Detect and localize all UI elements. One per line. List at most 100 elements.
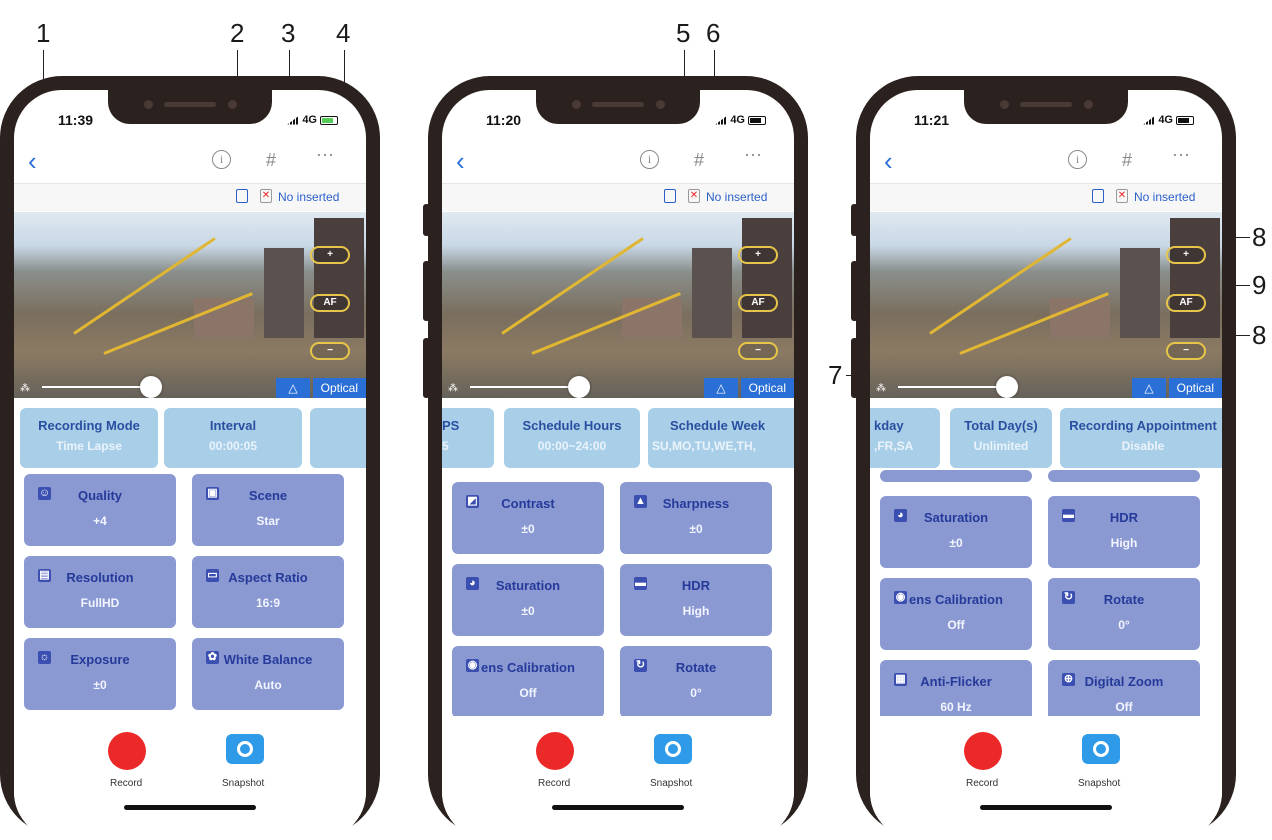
setting-card-saturation[interactable]: ◕ Saturation ±0 [452,564,604,636]
tele-icon[interactable]: △ [704,378,738,398]
network-label: 4G [730,114,745,126]
sd-status-label: No inserted [1134,190,1196,204]
battery-icon [320,115,338,125]
setting-card-exposure[interactable]: ☼ Exposure ±0 [24,638,176,710]
battery-icon [748,115,766,125]
back-icon[interactable]: ‹ [456,146,465,177]
status-time: 11:39 [58,112,94,128]
zoom-in-button[interactable]: + [738,246,778,264]
status-time: 11:20 [486,112,522,128]
zoom-in-button[interactable]: + [310,246,350,264]
record-label: Record [538,778,571,789]
camera-icon [665,741,681,757]
grid-icon[interactable]: # [694,150,704,171]
setting-card-contrast[interactable]: ◩ Contrast ±0 [452,482,604,554]
setting-card-aspect-ratio[interactable]: ▭ Aspect Ratio 16:9 [192,556,344,628]
tab-schedule-hours[interactable]: Schedule Hours 00:00~24:00 [504,408,640,468]
record-label: Record [110,778,143,789]
nav-bar: ‹ i # ··· [870,142,1222,182]
no-sd-icon: ✕ [688,189,700,203]
status-bar: 4G [287,114,338,126]
tab-partial[interactable]: F [310,408,366,468]
snapshot-button[interactable] [226,734,264,764]
info-icon[interactable]: i [640,150,659,169]
more-icon[interactable]: ··· [1172,144,1190,165]
setting-card-rotate[interactable]: ↻ Rotate 0° [620,646,772,718]
grid-icon[interactable]: # [1122,150,1132,171]
zoom-wide-icon: ⁂ [876,383,886,394]
sd-card-icon [1092,189,1104,203]
sd-status-row: ✕ No inserted [870,183,1222,211]
zoom-slider-knob[interactable] [996,376,1018,398]
setting-card-lens-calibration[interactable]: ◉ ens Calibration Off [452,646,604,718]
zoom-slider-knob[interactable] [140,376,162,398]
zoom-wide-icon: ⁂ [20,383,30,394]
setting-card-quality[interactable]: ☺ Quality +4 [24,474,176,546]
af-button[interactable]: AF [1166,294,1206,312]
snapshot-button[interactable] [654,734,692,764]
settings-tabs: kday ,FR,SA Total Day(s) Unlimited Recordi… [870,404,1222,468]
info-icon[interactable]: i [212,150,231,169]
tab-partial-weekday[interactable]: kday ,FR,SA [870,408,940,468]
callout-3: 3 [281,18,296,48]
sd-card-icon [236,189,248,203]
zoom-in-button[interactable]: + [1166,246,1206,264]
camera-icon [1093,741,1109,757]
setting-card-partial[interactable] [1048,470,1200,482]
live-view: + AF − ⁂ △ Optical [14,212,366,398]
tele-icon[interactable]: △ [1132,378,1166,398]
notch [536,90,700,124]
setting-card-saturation[interactable]: ◕ Saturation ±0 [880,496,1032,568]
setting-card-hdr[interactable]: ▬ HDR High [620,564,772,636]
more-icon[interactable]: ··· [316,144,334,165]
screen: 11:21 4G ‹ i # ··· ✕ No inserted + AF − … [870,90,1222,840]
setting-card-partial[interactable] [880,470,1032,482]
setting-card-resolution[interactable]: ▤ Resolution FullHD [24,556,176,628]
tab-recording-mode[interactable]: Recording Mode Time Lapse [20,408,158,468]
record-button[interactable] [108,732,146,770]
setting-card-rotate[interactable]: ↻ Rotate 0° [1048,578,1200,650]
zoom-out-button[interactable]: − [738,342,778,360]
optical-zoom-button[interactable]: Optical [312,378,366,398]
grid-icon[interactable]: # [266,150,276,171]
tab-schedule-week[interactable]: Schedule Week SU,MO,TU,WE,TH, [648,408,794,468]
phone-3: 11:21 4G ‹ i # ··· ✕ No inserted + AF − … [851,76,1236,840]
record-label: Record [966,778,999,789]
tele-icon[interactable]: △ [276,378,310,398]
tab-total-days[interactable]: Total Day(s) Unlimited [950,408,1052,468]
signal-icon [715,115,728,125]
snapshot-button[interactable] [1082,734,1120,764]
zoom-out-button[interactable]: − [1166,342,1206,360]
optical-zoom-button[interactable]: Optical [740,378,794,398]
zoom-slider-knob[interactable] [568,376,590,398]
snapshot-label: Snapshot [650,778,693,789]
callout-9: 9 [1252,270,1267,300]
info-icon[interactable]: i [1068,150,1087,169]
home-indicator [980,805,1112,810]
setting-card-sharpness[interactable]: ▲ Sharpness ±0 [620,482,772,554]
screen: 11:39 4G ‹ i # ··· ✕ No inserted + AF − … [14,90,366,840]
snapshot-label: Snapshot [1078,778,1121,789]
more-icon[interactable]: ··· [744,144,762,165]
notch [964,90,1128,124]
sd-status-label: No inserted [278,190,340,204]
phone-2: 11:20 4G ‹ i # ··· ✕ No inserted + AF − … [423,76,808,840]
bottom-bar: Record Snapshot [14,716,366,816]
tab-recording-appointment[interactable]: Recording Appointment Disable [1060,408,1222,468]
record-button[interactable] [536,732,574,770]
no-sd-icon: ✕ [260,189,272,203]
setting-card-scene[interactable]: ▣ Scene Star [192,474,344,546]
zoom-out-button[interactable]: − [310,342,350,360]
optical-zoom-button[interactable]: Optical [1168,378,1222,398]
record-button[interactable] [964,732,1002,770]
tab-partial-fps[interactable]: PS 5 [442,408,494,468]
af-button[interactable]: AF [310,294,350,312]
back-icon[interactable]: ‹ [884,146,893,177]
af-button[interactable]: AF [738,294,778,312]
setting-card-white-balance[interactable]: ✿ White Balance Auto [192,638,344,710]
back-icon[interactable]: ‹ [28,146,37,177]
setting-card-hdr[interactable]: ▬ HDR High [1048,496,1200,568]
setting-card-lens-calibration[interactable]: ◉ ens Calibration Off [880,578,1032,650]
zoom-wide-icon: ⁂ [448,383,458,394]
tab-interval[interactable]: Interval 00:00:05 [164,408,302,468]
